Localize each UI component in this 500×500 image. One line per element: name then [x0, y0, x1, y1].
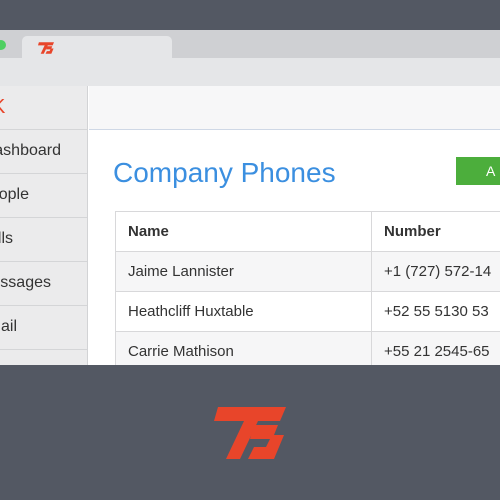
sidebar-item-label: People: [0, 186, 29, 203]
app-window: K Dashboard People Calls Messages Email: [0, 86, 500, 365]
sidebar-item-dashboard[interactable]: Dashboard: [0, 130, 87, 174]
sidebar-item-email[interactable]: Email: [0, 306, 87, 350]
browser-tab[interactable]: [22, 36, 172, 60]
table-row[interactable]: Heathcliff Huxtable +52 55 5130 53: [115, 291, 500, 332]
sidebar-item-label: Dashboard: [0, 142, 61, 159]
cell-name: Carrie Mathison: [115, 331, 372, 365]
sidebar-item-people[interactable]: People: [0, 174, 87, 218]
sidebar-item-label: Email: [0, 318, 17, 335]
table-header-row: Name Number: [115, 211, 500, 252]
main-content: Company Phones A Name Number Jaime Lanni…: [89, 131, 500, 365]
cell-name: Jaime Lannister: [115, 251, 372, 292]
add-phone-button[interactable]: A: [456, 157, 500, 185]
column-header-number[interactable]: Number: [371, 211, 500, 252]
address-bar: [0, 58, 500, 86]
sidebar-item-calls[interactable]: Calls: [0, 218, 87, 262]
top-bar: [89, 86, 500, 130]
column-header-name[interactable]: Name: [115, 211, 372, 252]
cell-number: +55 21 2545-65: [371, 331, 500, 365]
brand-logo-icon: [214, 407, 286, 459]
phones-table: Name Number Jaime Lannister +1 (727) 572…: [115, 211, 500, 365]
cell-number: +52 55 5130 53: [371, 291, 500, 332]
brand-logo-icon: [38, 42, 54, 54]
screen: K Dashboard People Calls Messages Email: [0, 0, 500, 500]
table-row[interactable]: Jaime Lannister +1 (727) 572-14: [115, 251, 500, 292]
page-title: Company Phones: [113, 157, 336, 188]
cell-name: Heathcliff Huxtable: [115, 291, 372, 332]
sidebar-item-label: Calls: [0, 230, 13, 247]
sidebar-brand[interactable]: K: [0, 86, 87, 130]
browser-window: K Dashboard People Calls Messages Email: [0, 30, 500, 365]
sidebar: K Dashboard People Calls Messages Email: [0, 86, 88, 365]
brand-label: K: [0, 96, 5, 119]
sidebar-item-label: Messages: [0, 274, 51, 291]
table-row[interactable]: Carrie Mathison +55 21 2545-65: [115, 331, 500, 365]
sidebar-item-messages[interactable]: Messages: [0, 262, 87, 306]
cell-number: +1 (727) 572-14: [371, 251, 500, 292]
